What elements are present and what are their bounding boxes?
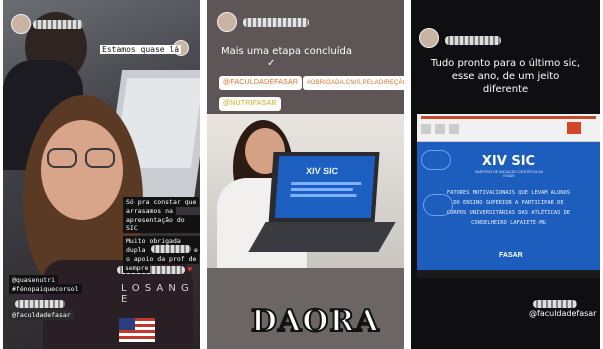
user-scribble (533, 300, 577, 308)
mention-pill-3[interactable]: @NUTRIFASAR (219, 97, 281, 111)
laptop-screen: XIV SIC (274, 156, 376, 218)
ppt-ribbon (417, 114, 600, 142)
username-scribble (445, 36, 501, 45)
flag-icon (119, 318, 155, 342)
slide-body-2: DO ENSINO SUPERIOR A PARTICIPAR DE (453, 200, 564, 206)
story-panel-1[interactable]: L O S A N G E Estamos quase lá Só pra co… (3, 0, 200, 349)
story-panel-2[interactable]: Mais uma etapa concluída ✓ @FACULDADEFAS… (207, 0, 404, 349)
daora-sticker: DAORA (250, 303, 380, 340)
taskbar (417, 270, 600, 278)
caption-line-3: apresentação do SIC (123, 215, 200, 233)
hashtag-2[interactable]: #fénopaiquecorsol (9, 284, 82, 294)
thanks-line-5: sempre (123, 263, 151, 273)
mention-pill-1[interactable]: @FACULDADEFASAR (219, 76, 303, 90)
username-scribble (33, 20, 83, 29)
handle-mention[interactable]: @faculdadefasar (529, 309, 596, 318)
profile-avatar[interactable] (419, 28, 439, 48)
laptop-keyboard (248, 222, 396, 252)
checkmark-icon: ✓ (267, 58, 276, 69)
mention-scribble (151, 245, 191, 253)
slide-body-1: FATORES MOTIVACIONAIS QUE LEVAM ALUNOS (446, 190, 571, 196)
heart-icon: ♥ (187, 264, 193, 274)
profile-avatar[interactable] (217, 12, 237, 32)
story-title-line-1: Tudo pronto para o último sic, (430, 58, 581, 69)
person-front-face (41, 120, 123, 220)
status-tag: Estamos quase lá (100, 45, 182, 54)
mention-pill-2[interactable]: #OBRIGADA,CNIS,PELADIREÇÃO (303, 76, 404, 90)
user-scribble (15, 300, 65, 308)
slide-subtitle: SIMPÓSIO DE INICIAÇÃO CIENTÍFICA DA FASA… (474, 170, 544, 178)
screen-title: XIV SIC (305, 166, 339, 176)
story-title-line-3: diferente (482, 84, 529, 95)
story-title: Mais uma etapa concluída (221, 46, 352, 57)
handle-mention[interactable]: @faculdadefasar (9, 310, 74, 320)
slide-body-4: CONSELHEIRO LAFAIETE-MG (471, 220, 546, 226)
slide-body-3: CORPOS UNIVERSITÁRIAS DAS ATLÉTICAS DE (446, 210, 571, 216)
slide-footer: FASAR (499, 252, 523, 259)
glasses-icon (47, 148, 117, 168)
username-scribble (243, 18, 309, 27)
slide-title: XIV SIC (481, 154, 536, 169)
shirt-print: L O S A N G E (121, 283, 190, 305)
slide: XIV SIC SIMPÓSIO DE INICIAÇÃO CIENTÍFICA… (417, 142, 600, 270)
photo: XIV SIC (207, 114, 404, 268)
story-panel-3[interactable]: Tudo pronto para o último sic, esse ano,… (411, 0, 600, 349)
profile-avatar[interactable] (11, 14, 31, 34)
story-title-line-2: esse ano, de um jeito (451, 71, 560, 82)
